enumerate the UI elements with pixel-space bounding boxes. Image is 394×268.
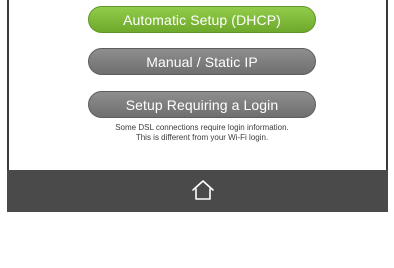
automatic-setup-button[interactable]: Automatic Setup (DHCP) (88, 6, 316, 33)
manual-static-ip-button[interactable]: Manual / Static IP (88, 48, 316, 75)
screen-right-edge (386, 0, 388, 170)
screen-left-edge (7, 0, 9, 170)
login-note-line-2: This is different from your Wi-Fi login. (135, 133, 269, 142)
setup-requiring-login-button[interactable]: Setup Requiring a Login (88, 91, 316, 118)
home-icon[interactable] (190, 177, 216, 203)
home-icon-glyph (192, 180, 214, 200)
login-note-line-1: Some DSL connections require login infor… (115, 123, 289, 132)
